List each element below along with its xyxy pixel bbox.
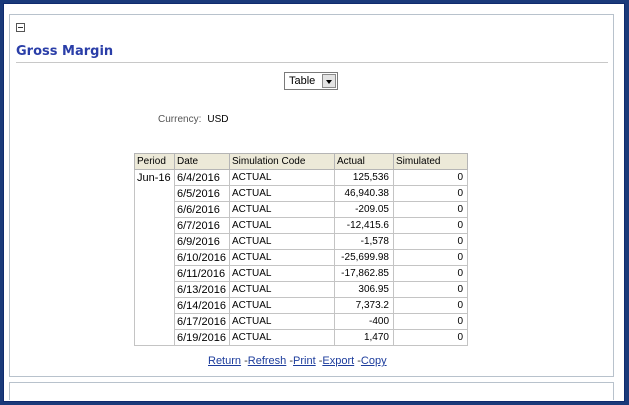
simulation-code-cell: ACTUAL — [229, 249, 335, 266]
currency-value: USD — [207, 114, 229, 125]
refresh-link[interactable]: Refresh — [248, 355, 287, 367]
view-selector-value: Table — [289, 75, 316, 87]
simulation-code-cell: ACTUAL — [229, 329, 335, 346]
simulated-cell: 0 — [393, 169, 468, 186]
table-row: 6/6/2016 ACTUAL -209.05 0 — [135, 201, 468, 218]
table-row: 6/10/2016 ACTUAL -25,699.98 0 — [135, 249, 468, 266]
simulated-cell: 0 — [393, 297, 468, 314]
actual-cell: 306.95 — [334, 281, 394, 298]
simulation-code-cell: ACTUAL — [229, 217, 335, 234]
simulated-cell: 0 — [393, 217, 468, 234]
view-selector-dropdown[interactable]: Table — [284, 72, 338, 90]
bottom-panel — [9, 382, 614, 400]
simulation-code-cell: ACTUAL — [229, 201, 335, 218]
date-cell: 6/6/2016 — [174, 201, 230, 218]
date-cell: 6/9/2016 — [174, 233, 230, 250]
print-link[interactable]: Print — [293, 355, 316, 367]
currency-info: Currency: USD — [158, 114, 228, 125]
simulated-cell: 0 — [393, 185, 468, 202]
simulated-cell: 0 — [393, 281, 468, 298]
table-row: Jun-16 6/4/2016 ACTUAL 125,536 0 — [134, 169, 468, 346]
table-row: 6/19/2016 ACTUAL 1,470 0 — [135, 329, 468, 346]
table-row: 6/11/2016 ACTUAL -17,862.85 0 — [135, 265, 468, 282]
table-header-row: Period Date Simulation Code Actual Simul… — [134, 153, 468, 170]
date-cell: 6/4/2016 — [174, 169, 230, 186]
gross-margin-panel: Gross Margin Table Currency: USD Period D… — [9, 14, 614, 377]
gross-margin-table: Period Date Simulation Code Actual Simul… — [134, 153, 468, 346]
date-cell: 6/5/2016 — [174, 185, 230, 202]
table-row: 6/17/2016 ACTUAL -400 0 — [135, 313, 468, 330]
table-row: 6/7/2016 ACTUAL -12,415.6 0 — [135, 217, 468, 234]
header-simulation-code[interactable]: Simulation Code — [229, 153, 335, 170]
simulated-cell: 0 — [393, 313, 468, 330]
simulation-code-cell: ACTUAL — [229, 281, 335, 298]
currency-label: Currency: — [158, 114, 202, 125]
actual-cell: 7,373.2 — [334, 297, 394, 314]
window-frame: Gross Margin Table Currency: USD Period D… — [3, 3, 625, 402]
simulated-cell: 0 — [393, 249, 468, 266]
table-row: 6/5/2016 ACTUAL 46,940.38 0 — [135, 185, 468, 202]
return-link[interactable]: Return — [208, 355, 241, 367]
simulated-cell: 0 — [393, 201, 468, 218]
copy-link[interactable]: Copy — [361, 355, 387, 367]
chevron-down-icon[interactable] — [322, 74, 336, 88]
actual-cell: 125,536 — [334, 169, 394, 186]
actual-cell: 46,940.38 — [334, 185, 394, 202]
date-cell: 6/13/2016 — [174, 281, 230, 298]
date-cell: 6/19/2016 — [174, 329, 230, 346]
date-cell: 6/7/2016 — [174, 217, 230, 234]
action-links: Return -Refresh -Print -Export -Copy — [208, 355, 387, 367]
collapse-icon[interactable] — [16, 23, 25, 32]
actual-cell: 1,470 — [334, 329, 394, 346]
date-cell: 6/14/2016 — [174, 297, 230, 314]
date-cell: 6/17/2016 — [174, 313, 230, 330]
simulated-cell: 0 — [393, 233, 468, 250]
table-row: 6/13/2016 ACTUAL 306.95 0 — [135, 281, 468, 298]
title-divider — [16, 62, 608, 63]
actual-cell: -25,699.98 — [334, 249, 394, 266]
export-link[interactable]: Export — [322, 355, 354, 367]
simulation-code-cell: ACTUAL — [229, 297, 335, 314]
date-cell: 6/11/2016 — [174, 265, 230, 282]
simulation-code-cell: ACTUAL — [229, 185, 335, 202]
simulation-code-cell: ACTUAL — [229, 233, 335, 250]
period-cell: Jun-16 — [134, 169, 175, 346]
simulation-code-cell: ACTUAL — [229, 265, 335, 282]
actual-cell: -17,862.85 — [334, 265, 394, 282]
actual-cell: -400 — [334, 313, 394, 330]
simulation-code-cell: ACTUAL — [229, 313, 335, 330]
section-title: Gross Margin — [16, 44, 114, 59]
actual-cell: -12,415.6 — [334, 217, 394, 234]
actual-cell: -1,578 — [334, 233, 394, 250]
header-date[interactable]: Date — [174, 153, 230, 170]
header-period[interactable]: Period — [134, 153, 175, 170]
simulated-cell: 0 — [393, 329, 468, 346]
table-row: 6/9/2016 ACTUAL -1,578 0 — [135, 233, 468, 250]
date-cell: 6/10/2016 — [174, 249, 230, 266]
simulation-code-cell: ACTUAL — [229, 169, 335, 186]
header-actual[interactable]: Actual — [334, 153, 394, 170]
actual-cell: -209.05 — [334, 201, 394, 218]
header-simulated[interactable]: Simulated — [393, 153, 468, 170]
simulated-cell: 0 — [393, 265, 468, 282]
table-row: 6/14/2016 ACTUAL 7,373.2 0 — [135, 297, 468, 314]
